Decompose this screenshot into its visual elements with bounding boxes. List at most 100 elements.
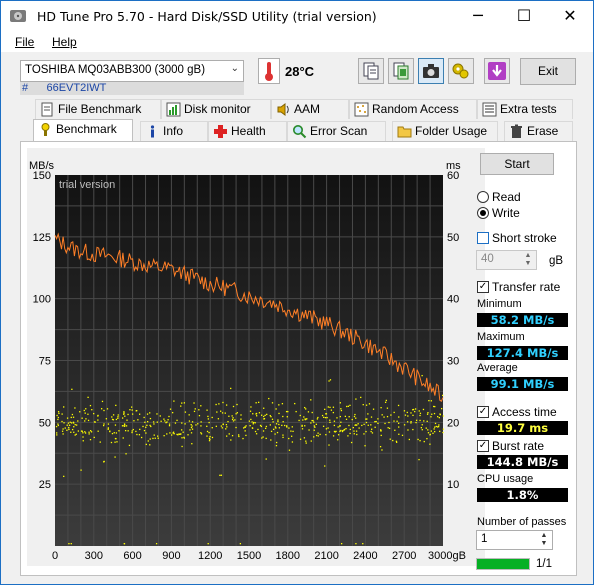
- access-time-point: [418, 458, 420, 461]
- access-time-point: [332, 406, 335, 408]
- access-time-point: [401, 434, 404, 437]
- access-time-point: [222, 423, 224, 425]
- access-time-point: [123, 413, 125, 415]
- access-time-point: [342, 430, 344, 432]
- access-time-point: [419, 419, 421, 422]
- access-time-point: [163, 418, 165, 420]
- copy-screenshot-button[interactable]: [388, 58, 414, 84]
- access-time-point: [301, 428, 304, 430]
- access-time-point: [340, 543, 343, 545]
- access-time-point: [397, 404, 400, 407]
- access-time-point: [360, 396, 362, 399]
- access-time-point: [433, 412, 436, 415]
- access-time-point: [67, 422, 70, 424]
- access-time-point: [173, 433, 175, 435]
- tab-folder-usage[interactable]: Folder Usage: [392, 121, 498, 141]
- access-time-point: [142, 425, 144, 428]
- tab-benchmark[interactable]: Benchmark: [33, 119, 133, 141]
- tab-health[interactable]: Health: [208, 121, 287, 141]
- exit-button[interactable]: Exit: [520, 58, 576, 85]
- access-time-point: [438, 424, 440, 426]
- short-stroke-input[interactable]: 40 ▲ ▼: [476, 250, 537, 270]
- minimize-button[interactable]: ─: [455, 1, 501, 31]
- tab-random-access[interactable]: Random Access: [349, 99, 477, 119]
- access-time-point: [317, 435, 319, 437]
- access-time-point: [442, 394, 444, 397]
- tab-disk-monitor[interactable]: Disk monitor: [161, 99, 271, 119]
- transfer-rate-checkbox[interactable]: ✓ Transfer rate: [477, 280, 560, 294]
- x-tick: 0: [52, 550, 58, 562]
- access-time-point: [407, 415, 409, 417]
- access-time-point: [275, 408, 277, 410]
- access-time-point: [122, 437, 124, 439]
- spin-up-icon[interactable]: ▲: [537, 532, 551, 540]
- start-button[interactable]: Start: [480, 153, 554, 175]
- access-time-point: [57, 416, 60, 419]
- access-time-point: [87, 413, 89, 415]
- access-time-point: [429, 433, 431, 436]
- tab-aam[interactable]: AAM: [271, 99, 349, 119]
- access-time-point: [288, 449, 291, 451]
- tab-error-scan[interactable]: Error Scan: [287, 121, 386, 141]
- short-stroke-checkbox[interactable]: Short stroke: [477, 231, 557, 245]
- access-time-point: [255, 415, 258, 417]
- write-radio[interactable]: Write: [477, 206, 520, 220]
- access-time-point: [335, 430, 337, 433]
- drive-select[interactable]: TOSHIBA MQ03ABB300 (3000 gB) ⌄: [20, 60, 244, 82]
- access-time-point: [262, 430, 265, 432]
- access-time-point: [250, 418, 252, 421]
- menu-file[interactable]: File: [15, 35, 34, 49]
- tab-file-benchmark[interactable]: File Benchmark: [35, 99, 161, 119]
- access-time-point: [152, 437, 154, 440]
- burst-rate-checkbox[interactable]: ✓ Burst rate: [477, 439, 544, 453]
- burst-rate-value: 144.8 MB/s: [477, 455, 568, 469]
- average-label: Average: [477, 362, 518, 374]
- access-time-point: [152, 421, 155, 423]
- copy-info-button[interactable]: [358, 58, 384, 84]
- menu-help[interactable]: Help: [52, 35, 77, 49]
- access-time-point: [153, 423, 155, 425]
- access-time-point: [340, 409, 343, 412]
- access-time-point: [242, 437, 244, 440]
- access-time-point: [398, 426, 400, 428]
- access-time-point: [271, 402, 274, 404]
- read-radio[interactable]: Read: [477, 190, 521, 204]
- tab-info[interactable]: Info: [140, 121, 208, 141]
- tab-extra-tests[interactable]: Extra tests: [477, 99, 573, 119]
- access-time-point: [370, 424, 372, 426]
- close-button[interactable]: ✕: [547, 1, 593, 31]
- access-time-point: [80, 430, 83, 432]
- y-tick-right: 60: [447, 170, 459, 182]
- access-time-point: [82, 440, 84, 442]
- access-time-point: [157, 437, 159, 439]
- options-button[interactable]: [448, 58, 474, 84]
- spin-up-icon[interactable]: ▲: [521, 252, 535, 260]
- access-time-point: [403, 410, 406, 412]
- access-time-point: [183, 437, 186, 439]
- access-time-checkbox[interactable]: ✓ Access time: [477, 405, 557, 419]
- access-time-point: [153, 434, 155, 436]
- spin-down-icon[interactable]: ▼: [537, 540, 551, 548]
- access-time-point: [345, 428, 347, 430]
- access-time-point: [68, 428, 70, 431]
- access-time-point: [339, 425, 341, 427]
- spin-down-icon[interactable]: ▼: [521, 260, 535, 268]
- short-stroke-value: 40: [481, 253, 494, 265]
- screenshot-button[interactable]: [418, 58, 444, 84]
- benchmark-icon: [41, 123, 50, 136]
- access-time-point: [102, 424, 105, 427]
- access-time-point: [421, 424, 423, 426]
- average-value: 99.1 MB/s: [477, 377, 568, 391]
- x-tick: 600: [123, 550, 141, 562]
- access-time-point: [348, 416, 350, 418]
- access-time-point: [235, 413, 237, 415]
- tab-erase[interactable]: Erase: [504, 121, 573, 141]
- access-time-point: [73, 426, 75, 428]
- passes-input[interactable]: 1 ▲ ▼: [476, 530, 553, 550]
- access-time-point: [83, 409, 85, 412]
- access-time-point: [304, 425, 306, 427]
- access-time-point: [388, 427, 391, 430]
- save-button[interactable]: [484, 58, 510, 84]
- access-time-point: [191, 421, 194, 423]
- maximize-button[interactable]: ☐: [501, 1, 547, 31]
